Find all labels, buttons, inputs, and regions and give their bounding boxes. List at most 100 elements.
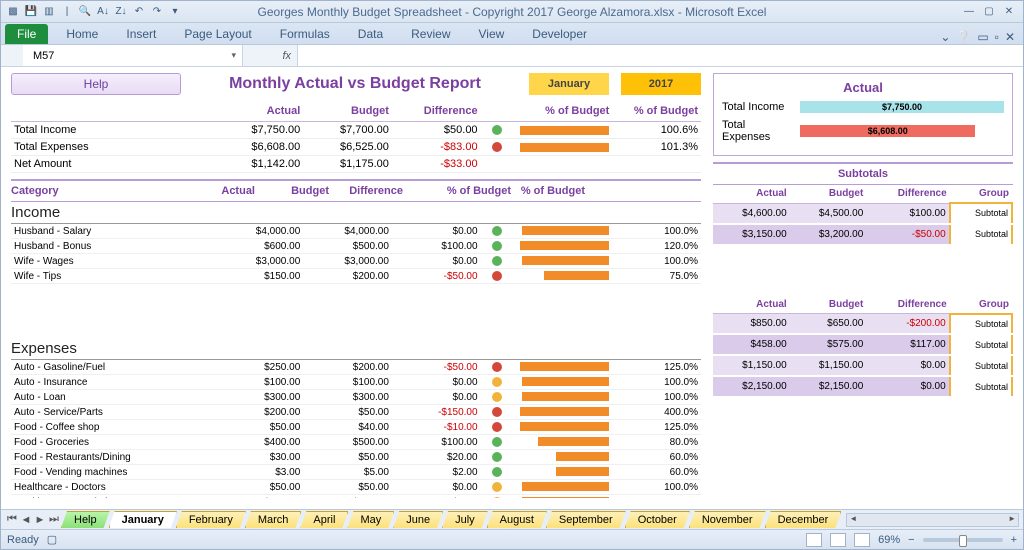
tab-developer[interactable]: Developer <box>522 24 597 44</box>
tab-page-layout[interactable]: Page Layout <box>174 24 261 44</box>
ribbon-close-icon[interactable]: ✕ <box>1005 30 1015 44</box>
sep-icon: | <box>59 4 75 20</box>
zoom-level[interactable]: 69% <box>878 534 900 546</box>
pct-bar <box>522 226 610 235</box>
tab-view[interactable]: View <box>469 24 515 44</box>
worksheet[interactable]: Help Monthly Actual vs Budget Report Jan… <box>1 67 1023 509</box>
status-bar: Ready ▢ 69% − + <box>1 529 1023 549</box>
zoom-out-icon[interactable]: − <box>908 534 914 546</box>
quick-access-toolbar: ▩ 💾 ▥ | 🔍 A↓ Z↓ ↶ ↷ ▾ <box>1 4 187 20</box>
fx-label[interactable]: fx <box>243 50 297 62</box>
sheet-tabs-bar: ⏮ ◄ ► ⏭ HelpJanuaryFebruaryMarchAprilMay… <box>1 509 1023 529</box>
formula-bar: M57 fx <box>1 45 1023 67</box>
sheet-tab[interactable]: June <box>393 511 443 528</box>
status-dot-icon <box>492 142 502 152</box>
tab-insert[interactable]: Insert <box>116 24 166 44</box>
sheet-tab[interactable]: Help <box>61 511 110 528</box>
ribbon-restore-icon[interactable]: ▫ <box>995 30 999 44</box>
sheet-tab[interactable]: October <box>625 511 690 528</box>
close-icon[interactable]: ✕ <box>1001 4 1017 20</box>
macro-record-icon[interactable]: ▢ <box>47 533 57 546</box>
status-dot-icon <box>492 467 502 477</box>
sheet-tab[interactable]: March <box>245 511 302 528</box>
actual-chart-title: Actual <box>722 80 1004 95</box>
actual-chart-box: Actual Total Income$7,750.00Total Expens… <box>713 73 1013 156</box>
sheet-tab[interactable]: February <box>176 511 246 528</box>
sheet-tab[interactable]: April <box>300 511 348 528</box>
subtotal-row: $2,150.00$2,150.00$0.00Subtotal <box>713 376 1012 397</box>
subtotals-panel: Subtotals Actual Budget Difference Group… <box>713 162 1013 398</box>
view-layout-icon[interactable] <box>830 533 846 547</box>
detail-row: Food - Groceries$400.00$500.00$100.0080.… <box>11 435 701 450</box>
window-controls: — ▢ ✕ <box>961 4 1023 20</box>
col-actual: Actual <box>215 101 304 122</box>
pct-bar <box>556 467 609 476</box>
help-icon[interactable]: ❔ <box>956 30 971 44</box>
tab-home[interactable]: Home <box>56 24 108 44</box>
tab-nav-next-icon[interactable]: ► <box>33 514 47 526</box>
pct-bar <box>522 482 610 491</box>
maximize-icon[interactable]: ▢ <box>981 4 997 20</box>
status-dot-icon <box>492 226 502 236</box>
zoom-in-icon[interactable]: + <box>1011 534 1017 546</box>
sheet-tab[interactable]: August <box>487 511 547 528</box>
sheet-tab[interactable]: November <box>689 511 766 528</box>
sort-asc-icon[interactable]: A↓ <box>95 4 111 20</box>
view-pagebreak-icon[interactable] <box>854 533 870 547</box>
pct-bar <box>520 362 610 371</box>
zoom-slider[interactable] <box>923 538 1003 542</box>
subtotal-row: $458.00$575.00$117.00Subtotal <box>713 334 1012 355</box>
sheet-tab[interactable]: December <box>765 511 842 528</box>
status-dot-icon <box>492 241 502 251</box>
qat-more-icon[interactable]: ▾ <box>167 4 183 20</box>
status-dot-icon <box>492 125 502 135</box>
horizontal-scrollbar[interactable] <box>846 513 1019 527</box>
detail-row: Husband - Bonus$600.00$500.00$100.00120.… <box>11 239 701 254</box>
detail-grid[interactable]: IncomeHusband - Salary$4,000.00$4,000.00… <box>11 202 701 498</box>
formula-input[interactable] <box>297 45 1023 66</box>
section-title: Income <box>11 202 701 224</box>
sheet-tab[interactable]: September <box>546 511 626 528</box>
ribbon-tabs: File Home Insert Page Layout Formulas Da… <box>1 23 1023 45</box>
detail-row: Auto - Loan$300.00$300.00$0.00100.0% <box>11 390 701 405</box>
report-right-pane: Actual Total Income$7,750.00Total Expens… <box>713 73 1013 498</box>
redo-icon[interactable]: ↷ <box>149 4 165 20</box>
save-icon[interactable]: 💾 <box>23 4 39 20</box>
tab-nav-prev-icon[interactable]: ◄ <box>19 514 33 526</box>
sheet-tab[interactable]: July <box>442 511 488 528</box>
ribbon-min-icon[interactable]: ⌄ <box>940 30 950 44</box>
undo-icon[interactable]: ↶ <box>131 4 147 20</box>
col-pob2: % of Budget <box>612 101 701 122</box>
summary-row: Total Income$7,750.00$7,700.00$50.00100.… <box>11 122 701 139</box>
status-dot-icon <box>492 407 502 417</box>
help-button[interactable]: Help <box>11 73 181 95</box>
preview-icon[interactable]: ▥ <box>41 4 57 20</box>
subtotal-row: $1,150.00$1,150.00$0.00Subtotal <box>713 355 1012 376</box>
status-dot-icon <box>492 256 502 266</box>
actual-bar-row: Total Income$7,750.00 <box>722 101 1004 113</box>
detail-row: Wife - Tips$150.00$200.00-$50.0075.0% <box>11 269 701 284</box>
window-options-icon[interactable]: ▭ <box>977 30 988 44</box>
tab-formulas[interactable]: Formulas <box>270 24 340 44</box>
pct-bar <box>544 271 609 280</box>
tab-nav-last-icon[interactable]: ⏭ <box>47 513 61 526</box>
pct-bar <box>520 241 610 250</box>
find-icon[interactable]: 🔍 <box>77 4 93 20</box>
status-dot-icon <box>492 452 502 462</box>
tab-review[interactable]: Review <box>401 24 460 44</box>
sort-desc-icon[interactable]: Z↓ <box>113 4 129 20</box>
status-dot-icon <box>492 482 502 492</box>
tab-data[interactable]: Data <box>348 24 393 44</box>
sheet-tab[interactable]: January <box>109 511 177 528</box>
name-box[interactable]: M57 <box>23 45 243 66</box>
col-budget: Budget <box>303 101 392 122</box>
tab-file[interactable]: File <box>5 24 48 44</box>
status-dot-icon <box>492 377 502 387</box>
detail-row: Auto - Service/Parts$200.00$50.00-$150.0… <box>11 405 701 420</box>
sheet-tab[interactable]: May <box>347 511 394 528</box>
view-normal-icon[interactable] <box>806 533 822 547</box>
summary-row: Net Amount$1,142.00$1,175.00-$33.00 <box>11 156 701 173</box>
tab-nav-first-icon[interactable]: ⏮ <box>5 513 19 526</box>
pct-bar <box>522 497 610 498</box>
minimize-icon[interactable]: — <box>961 4 977 20</box>
